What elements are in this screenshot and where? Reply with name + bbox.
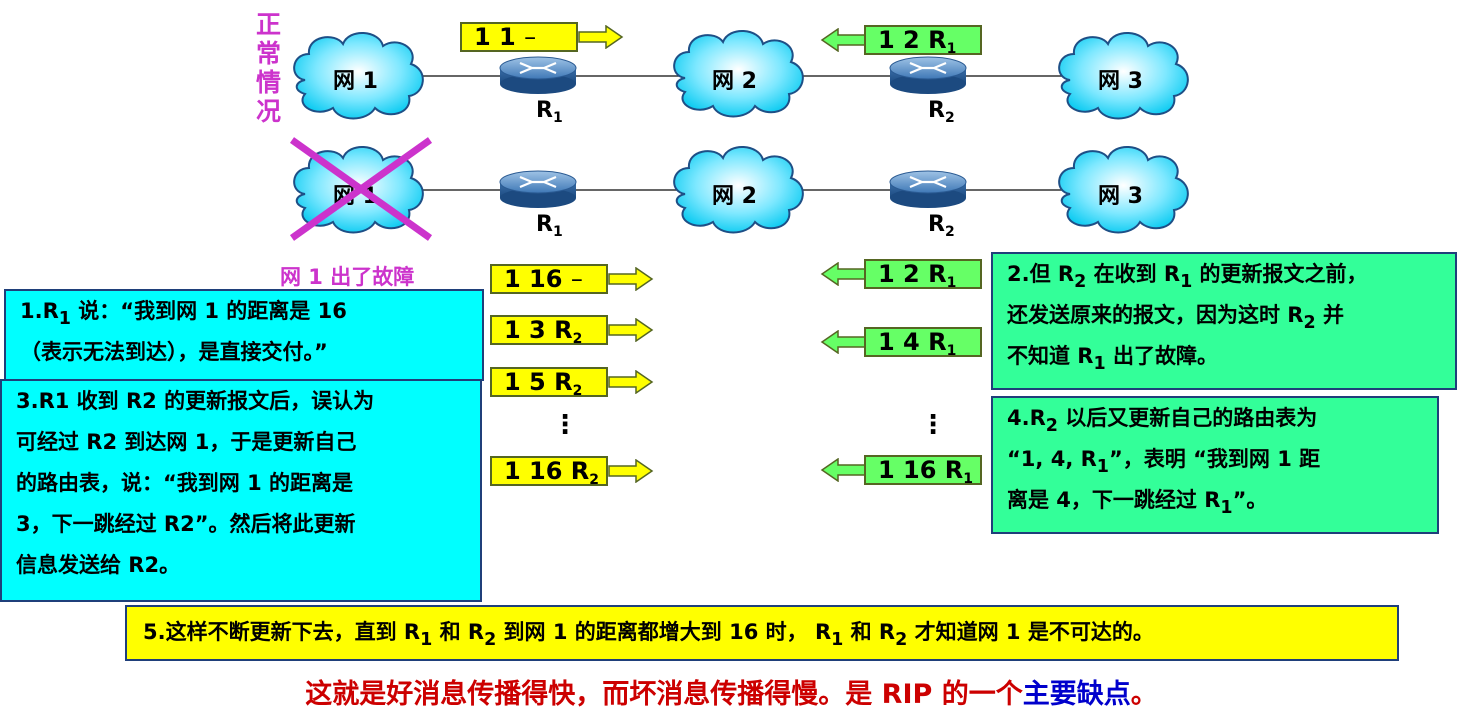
r2-table-1: 1 2 R1: [864, 259, 982, 290]
left-arrow-icon: [820, 28, 866, 52]
r2-table-3: 1 16 R1: [864, 455, 982, 486]
note-2-line-1: 2.但 R2 在收到 R1 的更新报文之前，: [1007, 262, 1368, 293]
router-r1-icon: [498, 55, 578, 96]
note-4-line-3: 离是 4，下一跳经过 R1”。: [1007, 488, 1268, 519]
note-2-line-3: 不知道 R1 出了故障。: [1007, 344, 1218, 375]
left-arrow-icon: [820, 262, 866, 286]
note-2: 2.但 R2 在收到 R1 的更新报文之前， 还发送原来的报文，因为这时 R2 …: [991, 252, 1457, 390]
r1-ellipsis: ⋮: [552, 410, 578, 440]
right-arrow-icon: [608, 318, 654, 342]
conclusion: 这就是好消息传播得快，而坏消息传播得慢。是 RIP 的一个主要缺点。: [305, 679, 1158, 710]
r1-normal-table: 1 1 –: [460, 22, 578, 52]
note-3-line-2: 可经过 R2 到达网 1，于是更新自己: [16, 430, 357, 454]
router-r1-label-row2: R1: [536, 212, 563, 240]
r1-table-4: 1 16 R2: [490, 456, 608, 487]
side-label-char: 况: [256, 97, 282, 126]
r2-normal-table: 1 2 R1: [864, 25, 982, 56]
note-4: 4.R2 以后又更新自己的路由表为 “1, 4, R1”，表明 “我到网 1 距…: [991, 396, 1439, 534]
note-2-line-2: 还发送原来的报文，因为这时 R2 并: [1007, 303, 1344, 334]
note-1-line-2: （表示无法到达），是直接交付。”: [20, 340, 328, 364]
note-3: 3.R1 收到 R2 的更新报文后，误认为 可经过 R2 到达网 1，于是更新自…: [0, 379, 482, 602]
note-4-line-2: “1, 4, R1”，表明 “我到网 1 距: [1007, 447, 1321, 478]
fault-label: 网 1 出了故障: [280, 265, 415, 289]
right-arrow-icon: [608, 370, 654, 394]
r2-ellipsis: ⋮: [920, 410, 946, 440]
net1-label: 网 1: [333, 69, 378, 94]
right-arrow-icon: [578, 25, 624, 49]
r1-table-2: 1 3 R2: [490, 315, 608, 346]
router-r1-icon-row2: [498, 169, 578, 210]
net3-label-row2: 网 3: [1098, 184, 1143, 209]
note-3-line-1: 3.R1 收到 R2 的更新报文后，误认为: [16, 389, 375, 413]
left-arrow-icon: [820, 330, 866, 354]
note-4-line-1: 4.R2 以后又更新自己的路由表为: [1007, 406, 1318, 437]
router-r1-label: R1: [536, 98, 563, 126]
note-5: 5.这样不断更新下去，直到 R1 和 R2 到网 1 的距离都增大到 16 时，…: [125, 605, 1399, 661]
note-1: 1.R1 说：“我到网 1 的距离是 16 （表示无法到达），是直接交付。”: [4, 289, 484, 381]
side-label-char: 正: [256, 10, 282, 39]
normal-case-label: 正 常 情 况: [256, 10, 286, 126]
note-1-line-1: 1.R1 说：“我到网 1 的距离是 16: [20, 299, 347, 330]
net3-label: 网 3: [1098, 69, 1143, 94]
failure-cross-icon: [289, 137, 433, 241]
note-3-line-5: 信息发送给 R2。: [16, 553, 181, 577]
router-r2-icon: [888, 55, 968, 96]
router-r2-label: R2: [928, 98, 955, 126]
note-3-line-3: 的路由表，说：“我到网 1 的距离是: [16, 471, 354, 495]
right-arrow-icon: [608, 459, 654, 483]
r1-table-3: 1 5 R2: [490, 367, 608, 398]
r1-table-1: 1 16 –: [490, 264, 608, 294]
router-r2-icon-row2: [888, 169, 968, 210]
router-r2-label-row2: R2: [928, 212, 955, 240]
net2-label-row2: 网 2: [712, 184, 757, 209]
r2-table-2: 1 4 R1: [864, 327, 982, 358]
right-arrow-icon: [608, 267, 654, 291]
side-label-char: 常: [256, 39, 282, 68]
note-3-line-4: 3，下一跳经过 R2”。然后将此更新: [16, 512, 356, 536]
left-arrow-icon: [820, 458, 866, 482]
side-label-char: 情: [256, 68, 282, 97]
net2-label: 网 2: [712, 69, 757, 94]
